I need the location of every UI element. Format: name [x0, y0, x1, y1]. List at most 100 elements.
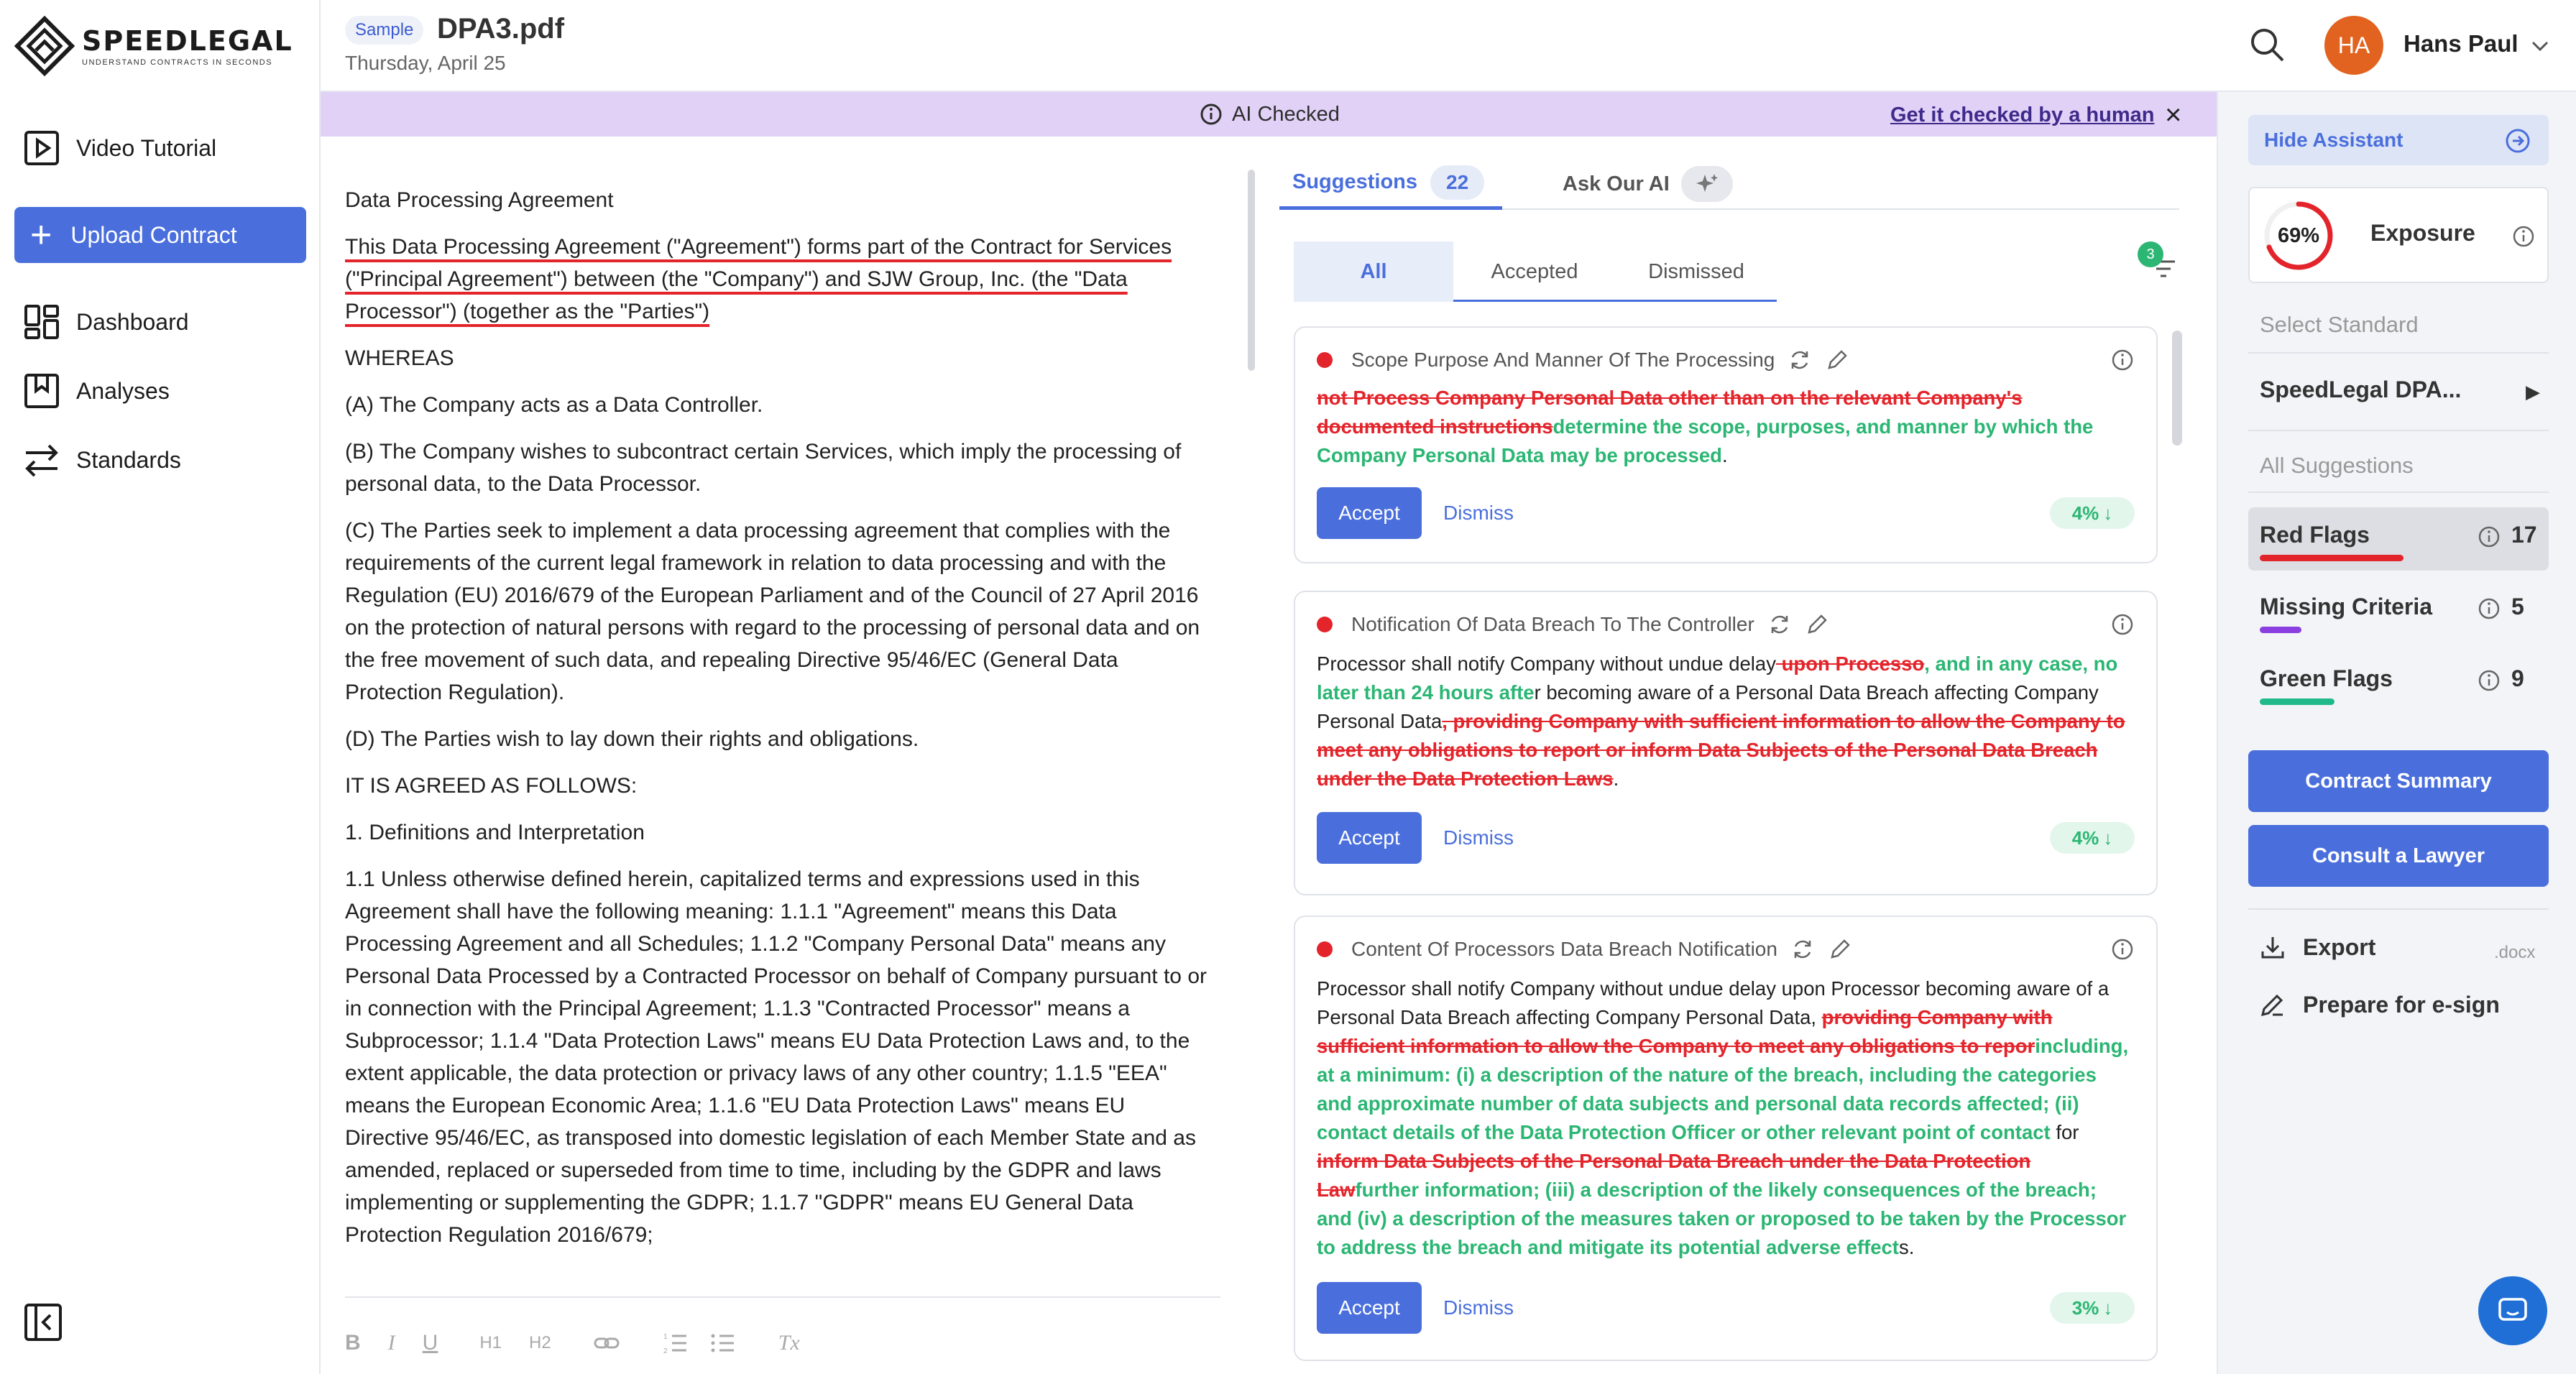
- unchanged-text: for: [2056, 1121, 2079, 1143]
- suggestions-panel: Suggestions 22 Ask Our AI All Accepted D…: [1269, 137, 2217, 1374]
- link-icon[interactable]: [593, 1329, 620, 1357]
- exposure-change-badge: 4% ↓: [2050, 822, 2135, 854]
- info-icon[interactable]: [2477, 525, 2501, 549]
- arrow-down-icon: ↓: [2103, 1296, 2113, 1319]
- italic-button[interactable]: I: [388, 1331, 395, 1355]
- regenerate-icon[interactable]: [1790, 937, 1815, 962]
- info-icon[interactable]: [2511, 224, 2536, 249]
- ordered-list-icon[interactable]: 12: [662, 1329, 689, 1357]
- select-standard-label: Select Standard: [2260, 312, 2419, 337]
- bookmark-icon: [24, 374, 59, 408]
- document-body[interactable]: Data Processing Agreement This Data Proc…: [345, 184, 1208, 1265]
- divider: [2248, 430, 2549, 431]
- bullet-list-icon[interactable]: [709, 1329, 737, 1357]
- exposure-change-badge: 4% ↓: [2050, 497, 2135, 529]
- exposure-change-value: 3%: [2071, 1296, 2099, 1319]
- caret-right-icon[interactable]: ▶: [2526, 381, 2540, 403]
- suggestions-scrollbar[interactable]: [2172, 331, 2182, 446]
- divider: [2248, 492, 2549, 493]
- flag-name: Green Flags: [2260, 665, 2393, 691]
- doc-paragraph: (B) The Company wishes to subcontract ce…: [345, 440, 1182, 496]
- tab-suggestions-label: Suggestions: [1292, 170, 1418, 193]
- info-icon[interactable]: [2477, 668, 2501, 693]
- standard-select[interactable]: SpeedLegal DPA...: [2260, 377, 2461, 403]
- sidebar-item-video-tutorial[interactable]: Video Tutorial: [22, 128, 216, 168]
- tab-ask-ai[interactable]: Ask Our AI: [1563, 158, 1733, 210]
- suggestion-card: Scope Purpose And Manner Of The Processi…: [1294, 326, 2158, 563]
- bold-button[interactable]: B: [345, 1331, 361, 1355]
- arrow-right-circle-icon: [2506, 129, 2530, 153]
- chevron-down-icon[interactable]: [2526, 32, 2554, 60]
- app-root: SPEEDLEGAL UNDERSTAND CONTRACTS IN SECON…: [0, 0, 2576, 1374]
- clear-format-button[interactable]: Tx: [778, 1331, 800, 1355]
- heading1-button[interactable]: H1: [479, 1333, 502, 1353]
- edit-icon[interactable]: [1825, 348, 1849, 372]
- consult-lawyer-button[interactable]: Consult a Lawyer: [2248, 825, 2549, 887]
- underline-button[interactable]: U: [423, 1331, 438, 1355]
- doc-paragraph: WHEREAS: [345, 346, 454, 370]
- brand-tagline: UNDERSTAND CONTRACTS IN SECONDS: [82, 58, 273, 67]
- left-sidebar: SPEEDLEGAL UNDERSTAND CONTRACTS IN SECON…: [0, 0, 321, 1374]
- brand-logo[interactable]: SPEEDLEGAL UNDERSTAND CONTRACTS IN SECON…: [14, 16, 293, 76]
- edit-icon[interactable]: [1805, 612, 1829, 637]
- filter-accepted[interactable]: Accepted: [1453, 241, 1616, 302]
- ai-checked-label: AI Checked: [1232, 102, 1340, 126]
- chat-support-button[interactable]: [2478, 1276, 2547, 1345]
- collapse-sidebar-icon[interactable]: [23, 1302, 63, 1342]
- flag-count: 9: [2511, 665, 2524, 691]
- dismiss-button[interactable]: Dismiss: [1443, 1282, 1514, 1334]
- info-icon[interactable]: [2477, 596, 2501, 621]
- close-icon[interactable]: ×: [2165, 101, 2181, 129]
- brand-name: SPEEDLEGAL: [82, 25, 293, 57]
- flagged-clause[interactable]: This Data Processing Agreement ("Agreeme…: [345, 235, 1172, 323]
- info-icon[interactable]: [2110, 348, 2135, 372]
- accept-button[interactable]: Accept: [1317, 812, 1422, 864]
- human-check-link[interactable]: Get it checked by a human: [1890, 103, 2154, 127]
- accept-button[interactable]: Accept: [1317, 1282, 1422, 1334]
- sidebar-item-dashboard[interactable]: Dashboard: [22, 302, 189, 342]
- exposure-change-badge: 3% ↓: [2050, 1292, 2135, 1324]
- doc-paragraph: (A) The Company acts as a Data Controlle…: [345, 393, 763, 417]
- upload-contract-button[interactable]: + Upload Contract: [14, 207, 306, 263]
- filter-all[interactable]: All: [1294, 241, 1453, 302]
- regenerate-icon[interactable]: [1767, 612, 1792, 637]
- info-icon[interactable]: [2110, 612, 2135, 637]
- info-icon[interactable]: [2110, 937, 2135, 962]
- dismiss-button[interactable]: Dismiss: [1443, 487, 1514, 539]
- sidebar-item-label: Standards: [76, 446, 181, 473]
- logo-icon: [14, 16, 75, 76]
- dismiss-button[interactable]: Dismiss: [1443, 812, 1514, 864]
- suggestion-text-tail: .: [1613, 767, 1619, 790]
- accept-button[interactable]: Accept: [1317, 487, 1422, 539]
- user-name[interactable]: Hans Paul: [2404, 30, 2518, 57]
- regenerate-icon[interactable]: [1788, 348, 1812, 372]
- tab-suggestions[interactable]: Suggestions 22: [1279, 158, 1502, 210]
- panel-tabs: Suggestions 22 Ask Our AI: [1279, 158, 2179, 210]
- suggestion-text-tail: s.: [1898, 1236, 1915, 1258]
- sidebar-item-analyses[interactable]: Analyses: [22, 371, 170, 411]
- prepare-esign-button[interactable]: Prepare for e-sign: [2258, 990, 2500, 1019]
- sidebar-item-label: Video Tutorial: [76, 134, 217, 161]
- exposure-label: Exposure: [2370, 220, 2475, 246]
- search-icon[interactable]: [2247, 24, 2287, 65]
- esign-label: Prepare for e-sign: [2303, 991, 2500, 1018]
- hide-assistant-button[interactable]: Hide Assistant: [2248, 115, 2549, 165]
- missing-criteria-filter[interactable]: Missing Criteria 5: [2248, 579, 2549, 642]
- green-flags-filter[interactable]: Green Flags 9: [2248, 651, 2549, 714]
- red-flags-filter[interactable]: Red Flags 17: [2248, 507, 2549, 571]
- doc-paragraph: 1. Definitions and Interpretation: [345, 821, 645, 844]
- edit-icon[interactable]: [1828, 937, 1852, 962]
- svg-text:2: 2: [663, 1347, 668, 1355]
- avatar[interactable]: HA: [2324, 16, 2383, 75]
- filter-dismissed[interactable]: Dismissed: [1616, 241, 1777, 302]
- editor-divider: [345, 1296, 1220, 1298]
- missing-criteria-bar: [2260, 627, 2301, 633]
- sidebar-item-standards[interactable]: Standards: [22, 440, 181, 480]
- arrow-down-icon: ↓: [2103, 826, 2113, 849]
- assistant-panel: Hide Assistant 69% Exposure Select Stand…: [2217, 92, 2576, 1374]
- contract-summary-button[interactable]: Contract Summary: [2248, 750, 2549, 812]
- document-scrollbar[interactable]: [1248, 170, 1255, 371]
- export-button[interactable]: Export: [2258, 933, 2375, 962]
- heading2-button[interactable]: H2: [529, 1333, 551, 1353]
- file-date: Thursday, April 25: [345, 52, 506, 74]
